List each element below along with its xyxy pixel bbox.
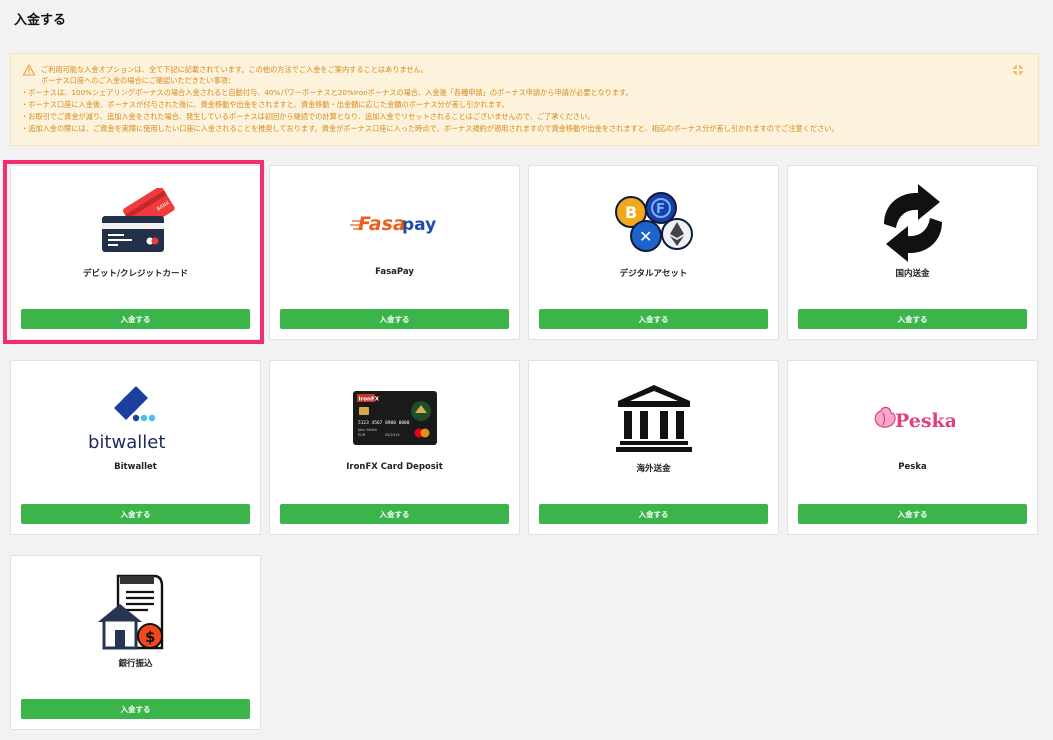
deposit-card-fasapay: Fasa pay FasaPay 入金する xyxy=(269,165,520,340)
notice-line: ・お取引でご資金が減り、追加入金をされた場合、発生しているボーナスは初回から継続… xyxy=(21,112,595,121)
deposit-button[interactable]: 入金する xyxy=(539,309,768,329)
peska-logo-text: Peska xyxy=(895,410,955,432)
crypto-coins-icon: B F ✕ xyxy=(529,184,778,262)
bank-transfer-icon: $ xyxy=(11,574,260,652)
method-name: デジタルアセット xyxy=(619,269,688,279)
svg-text:EUR: EUR xyxy=(358,433,366,437)
deposit-button[interactable]: 入金する xyxy=(539,504,768,524)
ironfx-card-icon: IronFX 5123 4567 8900 0000 John Smith EU… xyxy=(270,379,519,457)
fasapay-logo: Fasa pay xyxy=(270,184,519,262)
deposit-button[interactable]: 入金する xyxy=(280,309,509,329)
svg-text:05/2015: 05/2015 xyxy=(385,433,400,437)
notice-line: ・ボーナス口座に入金後、ボーナスが付与された後に、資金移動や出金をされますと、資… xyxy=(21,100,509,109)
notice-line: ・追加入金の際には、ご資金を実際に使用したい口座に入金されることを推奨しておりま… xyxy=(21,124,839,133)
notice-line: ご利用可能な入金オプションは、全て下記に記載されています。この他の方法でご入金を… xyxy=(41,65,428,74)
svg-text:B: B xyxy=(625,203,637,222)
method-name: 海外送金 xyxy=(636,464,671,474)
bonus-notice: ご利用可能な入金オプションは、全て下記に記載されています。この他の方法でご入金を… xyxy=(10,53,1039,146)
selected-highlight xyxy=(3,160,264,344)
deposit-card-ironfx: IronFX 5123 4567 8900 0000 John Smith EU… xyxy=(269,360,520,535)
method-name: Peska xyxy=(898,462,927,472)
svg-text:Fasa: Fasa xyxy=(358,213,406,235)
svg-text:John Smith: John Smith xyxy=(357,428,377,432)
method-name: IronFX Card Deposit xyxy=(346,462,443,472)
svg-text:F: F xyxy=(656,202,665,217)
svg-text:IronFX: IronFX xyxy=(358,397,379,403)
collapse-icon[interactable] xyxy=(1012,64,1024,76)
deposit-button[interactable]: 入金する xyxy=(798,504,1027,524)
peska-logo: Peska xyxy=(788,379,1037,457)
deposit-card-domestic: 国内送金 入金する xyxy=(787,165,1038,340)
page-title: 入金する xyxy=(14,13,67,28)
warning-icon xyxy=(23,64,35,76)
bank-icon xyxy=(529,379,778,457)
svg-text:✕: ✕ xyxy=(639,227,652,246)
notice-line: ・ボーナスは、100%シェアリングボーナスの場合入金されると自動付与、40%パワ… xyxy=(21,88,633,97)
deposit-card-digital-asset: B F ✕ デジタルアセット 入金する xyxy=(528,165,779,340)
deposit-card-bitwallet: bitwallet Bitwallet 入金する xyxy=(10,360,261,535)
svg-text:5123 4567 8900 0000: 5123 4567 8900 0000 xyxy=(358,420,410,426)
deposit-button[interactable]: 入金する xyxy=(798,309,1027,329)
domestic-transfer-icon xyxy=(788,184,1037,262)
deposit-card-overseas: 海外送金 入金する xyxy=(528,360,779,535)
method-name: Bitwallet xyxy=(114,462,157,472)
method-name: FasaPay xyxy=(375,267,414,277)
method-name: 銀行振込 xyxy=(118,659,153,669)
deposit-button[interactable]: 入金する xyxy=(21,699,250,719)
svg-text:pay: pay xyxy=(402,215,436,235)
deposit-button[interactable]: 入金する xyxy=(280,504,509,524)
notice-line: ボーナス口座へのご入金の場合にご確認いただきたい事項： xyxy=(41,76,235,85)
bitwallet-logo: bitwallet xyxy=(11,379,260,457)
deposit-card-bank-transfer: $ 銀行振込 入金する xyxy=(10,555,261,730)
deposit-button[interactable]: 入金する xyxy=(21,504,250,524)
method-name: 国内送金 xyxy=(895,269,930,279)
bitwallet-logo-text: bitwallet xyxy=(88,432,165,453)
deposit-card-peska: Peska Peska 入金する xyxy=(787,360,1038,535)
svg-text:$: $ xyxy=(145,628,155,646)
